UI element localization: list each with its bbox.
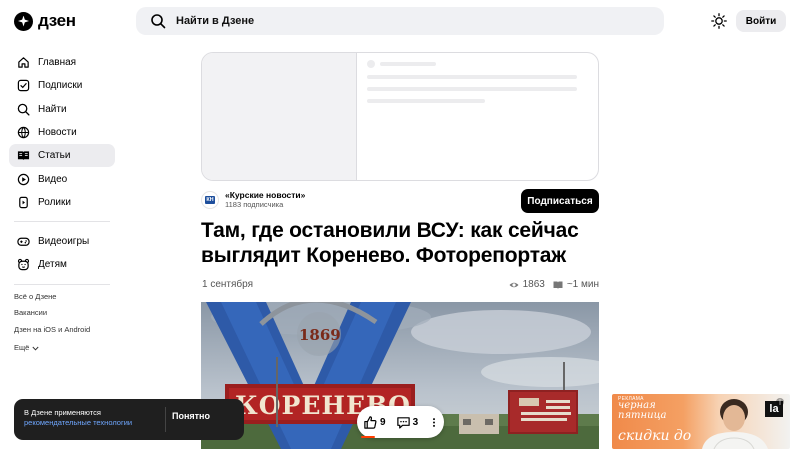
cookie-text: В Дзене применяются рекомендательные тех… <box>24 408 132 428</box>
thumbs-up-icon <box>364 415 377 429</box>
sidebar-item-video[interactable]: Видео <box>9 167 115 190</box>
preview-line-placeholder <box>367 87 577 91</box>
preview-line-placeholder <box>367 75 577 79</box>
sidebar-item-videogames[interactable]: Видеоигры <box>9 230 115 253</box>
like-button[interactable]: 9 <box>363 415 386 430</box>
comment-icon <box>396 416 410 429</box>
footer-link-about[interactable]: Всё о Дзене <box>14 291 90 307</box>
ad-menu-icon[interactable] <box>776 398 784 406</box>
cookie-text-line: В Дзене применяются <box>24 408 101 417</box>
cookie-recommendations-link[interactable]: рекомендательные технологии <box>24 418 132 428</box>
sun-icon <box>711 13 727 29</box>
sidebar-divider <box>14 284 110 285</box>
sidebar-item-label: Детям <box>38 259 67 271</box>
preview-avatar-placeholder <box>367 60 375 68</box>
book-icon <box>553 281 563 289</box>
logo-icon <box>14 11 33 31</box>
comments-button[interactable]: 3 <box>396 415 419 430</box>
subscriptions-icon <box>17 80 30 92</box>
ad-model-photo <box>702 399 768 449</box>
video-icon <box>17 173 30 185</box>
cookie-accept-button[interactable]: Понятно <box>172 411 210 421</box>
more-vertical-icon <box>433 417 436 427</box>
sidebar-item-shorts[interactable]: Ролики <box>9 191 115 214</box>
preview-image-placeholder <box>202 53 357 180</box>
reactions-bar: 9 3 <box>357 406 444 438</box>
home-icon <box>18 57 29 68</box>
sidebar-nav: Главная Подписки Найти Новости Статьи Ви… <box>9 51 115 214</box>
sidebar-item-label: Найти <box>38 103 67 115</box>
ad-headline: черная пятница <box>618 401 667 421</box>
news-icon <box>17 126 30 139</box>
article-title: Там, где остановили ВСУ: как сейчас выгл… <box>201 219 579 267</box>
sidebar-item-search[interactable]: Найти <box>9 98 115 121</box>
channel-avatar-text: КН <box>204 195 216 204</box>
sidebar-item-label: Статьи <box>38 150 71 162</box>
footer-more-button[interactable]: Ещё <box>14 340 90 356</box>
gamepad-icon <box>17 237 30 246</box>
footer-more-label: Ещё <box>14 343 30 353</box>
sidebar-nav-secondary: Видеоигры Детям <box>9 230 115 277</box>
article-preview-placeholder <box>201 52 599 181</box>
sidebar-item-label: Главная <box>38 57 77 69</box>
sidebar-item-kids[interactable]: Детям <box>9 253 115 276</box>
sidebar-item-articles[interactable]: Статьи <box>9 144 115 168</box>
sidebar-item-home[interactable]: Главная <box>9 51 115 74</box>
page: дзен Войти Главная Подписки <box>0 0 800 449</box>
sidebar-item-subscriptions[interactable]: Подписки <box>9 74 115 97</box>
photo-sign-year: 1869 <box>299 326 341 344</box>
sidebar-footer: Всё о Дзене Вакансии Дзен на iOS и Andro… <box>14 291 90 356</box>
sidebar-divider <box>14 221 110 222</box>
read-time: ~1 мин <box>566 279 599 290</box>
views-count: 1863 <box>522 279 545 290</box>
sidebar-item-news[interactable]: Новости <box>9 121 115 144</box>
like-indicator <box>361 436 375 438</box>
kids-icon <box>17 259 30 271</box>
preview-line-placeholder <box>367 99 485 103</box>
search-bar[interactable] <box>136 7 664 35</box>
logo[interactable]: дзен <box>14 11 76 31</box>
sidebar-item-label: Подписки <box>38 80 83 92</box>
preview-line-placeholder <box>380 62 436 66</box>
sidebar-item-label: Видео <box>38 173 68 185</box>
articles-icon <box>17 151 30 161</box>
ad-headline-line: пятница <box>618 410 667 421</box>
shorts-icon <box>19 196 28 209</box>
search-input[interactable] <box>176 7 646 35</box>
subscribe-button[interactable]: Подписаться <box>521 189 599 213</box>
logo-text: дзен <box>38 11 76 30</box>
ad-discount-text: скидки до <box>618 428 692 444</box>
cookie-divider <box>165 407 166 432</box>
theme-toggle-button[interactable] <box>709 11 729 31</box>
search-icon <box>151 14 166 29</box>
article-meta: 1863 ~1 мин <box>509 279 599 290</box>
sidebar-item-label: Ролики <box>38 196 71 208</box>
search-icon <box>17 103 30 116</box>
sidebar-item-label: Видеоигры <box>38 236 90 248</box>
chevron-down-icon <box>32 346 39 351</box>
channel-info[interactable]: КН «Курские новости» 1183 подписчика <box>201 190 305 209</box>
footer-link-apps[interactable]: Дзен на iOS и Android <box>14 324 90 340</box>
ad-banner[interactable]: РЕКЛАМА черная пятница скидки до <box>612 394 790 449</box>
more-options-button[interactable] <box>428 415 440 430</box>
login-button[interactable]: Войти <box>736 10 786 32</box>
eye-icon <box>509 282 519 287</box>
channel-subscribers: 1183 подписчика <box>225 200 284 209</box>
cookie-notice: В Дзене применяются рекомендательные тех… <box>14 399 244 440</box>
sidebar-item-label: Новости <box>38 127 77 139</box>
article-date: 1 сентября <box>202 279 254 290</box>
footer-link-jobs[interactable]: Вакансии <box>14 307 90 323</box>
likes-count: 9 <box>380 416 386 428</box>
channel-name[interactable]: «Курские новости» <box>225 190 305 200</box>
channel-avatar[interactable]: КН <box>201 190 219 209</box>
comments-count: 3 <box>412 416 419 428</box>
